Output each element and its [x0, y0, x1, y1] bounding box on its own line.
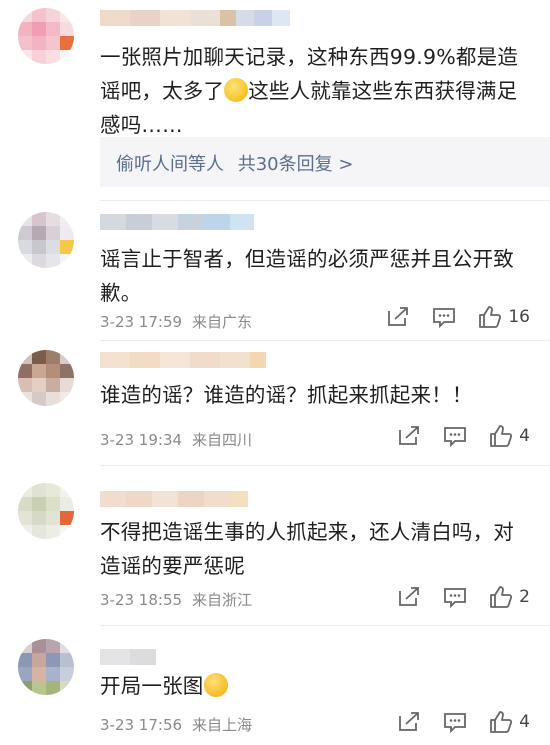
username-blurred[interactable]	[100, 649, 156, 665]
comment-icon[interactable]	[432, 306, 456, 328]
comment-item: 谁造的谣？谁造的谣？抓起来抓起来！！ 3-23 19:34 来自四川 4	[0, 340, 550, 465]
comment-location: 来自广东	[192, 313, 253, 331]
replies-summary[interactable]: 偷听人间等人 共30条回复 >	[100, 137, 550, 187]
comment-location: 来自四川	[192, 431, 253, 449]
comment-date: 3-23 17:56	[100, 716, 183, 734]
comment-text: 不得把造谣生事的人抓起来，还人清白吗，对造谣的要严惩呢	[100, 520, 514, 578]
thumbs-up-icon	[490, 711, 513, 733]
comment-location: 来自浙江	[192, 591, 253, 609]
comment-text: 谁造的谣？谁造的谣？抓起来抓起来！！	[100, 383, 473, 407]
share-icon[interactable]	[397, 711, 421, 733]
thumbs-up-icon	[490, 425, 513, 447]
thinking-face-icon	[224, 78, 249, 102]
like-count: 16	[508, 307, 530, 327]
comment-icon[interactable]	[443, 425, 467, 447]
avatar[interactable]	[18, 639, 74, 695]
comment-text: 一张照片加聊天记录，这种东西99.9%都是造谣吧，太多了 这些人就靠这些东西获得满…	[100, 40, 525, 142]
comment-meta: 3-23 18:55 来自浙江	[100, 589, 252, 610]
reply-count[interactable]: 共30条回复 >	[238, 154, 354, 175]
avatar[interactable]	[18, 8, 74, 64]
comment-meta: 3-23 17:59 来自广东	[100, 311, 252, 332]
username-blurred[interactable]	[100, 10, 290, 26]
comment-icon[interactable]	[443, 711, 467, 733]
comment-icon[interactable]	[443, 586, 467, 608]
comment-meta: 3-23 19:34 来自四川	[100, 429, 252, 450]
thumbs-up-icon	[490, 586, 513, 608]
comment-actions: 4	[397, 711, 530, 733]
like-count: 4	[519, 712, 530, 732]
username-blurred[interactable]	[100, 491, 248, 507]
like-button[interactable]: 2	[489, 586, 530, 608]
avatar[interactable]	[18, 212, 74, 268]
like-button[interactable]: 4	[489, 425, 530, 447]
share-icon[interactable]	[386, 306, 410, 328]
comment-text-part: 开局一张图	[100, 674, 204, 698]
comment-actions: 2	[397, 586, 530, 608]
comment-text: 开局一张图	[100, 669, 525, 703]
comment-text: 谣言止于智者，但造谣的必须严惩并且公开致歉。	[100, 247, 514, 305]
comment-meta: 3-23 17:56 来自上海	[100, 714, 252, 735]
username-blurred[interactable]	[100, 214, 254, 230]
like-count: 2	[519, 587, 530, 607]
username-blurred[interactable]	[100, 352, 266, 368]
comment-location: 来自上海	[192, 716, 253, 734]
comment-item: 不得把造谣生事的人抓起来，还人清白吗，对造谣的要严惩呢 3-23 18:55 来自…	[0, 465, 550, 625]
like-count: 4	[519, 426, 530, 446]
share-icon[interactable]	[397, 586, 421, 608]
reply-users: 偷听人间等人	[116, 154, 224, 175]
like-button[interactable]: 4	[489, 711, 530, 733]
like-button[interactable]: 16	[478, 306, 530, 328]
comment-date: 3-23 18:55	[100, 591, 183, 609]
comment-item: 一张照片加聊天记录，这种东西99.9%都是造谣吧，太多了 这些人就靠这些东西获得满…	[0, 0, 550, 200]
comment-date: 3-23 19:34	[100, 431, 183, 449]
avatar[interactable]	[18, 350, 74, 406]
thumbs-up-icon	[479, 306, 502, 328]
comment-actions: 4	[397, 425, 530, 447]
comment-actions: 16	[386, 306, 530, 328]
share-icon[interactable]	[397, 425, 421, 447]
laughing-crying-face-icon	[203, 673, 228, 697]
avatar[interactable]	[18, 483, 74, 539]
comment-date: 3-23 17:59	[100, 313, 183, 331]
comment-item: 开局一张图 3-23 17:56 来自上海 4	[0, 625, 550, 745]
comment-item: 谣言止于智者，但造谣的必须严惩并且公开致歉。 3-23 17:59 来自广东 16	[0, 200, 550, 340]
